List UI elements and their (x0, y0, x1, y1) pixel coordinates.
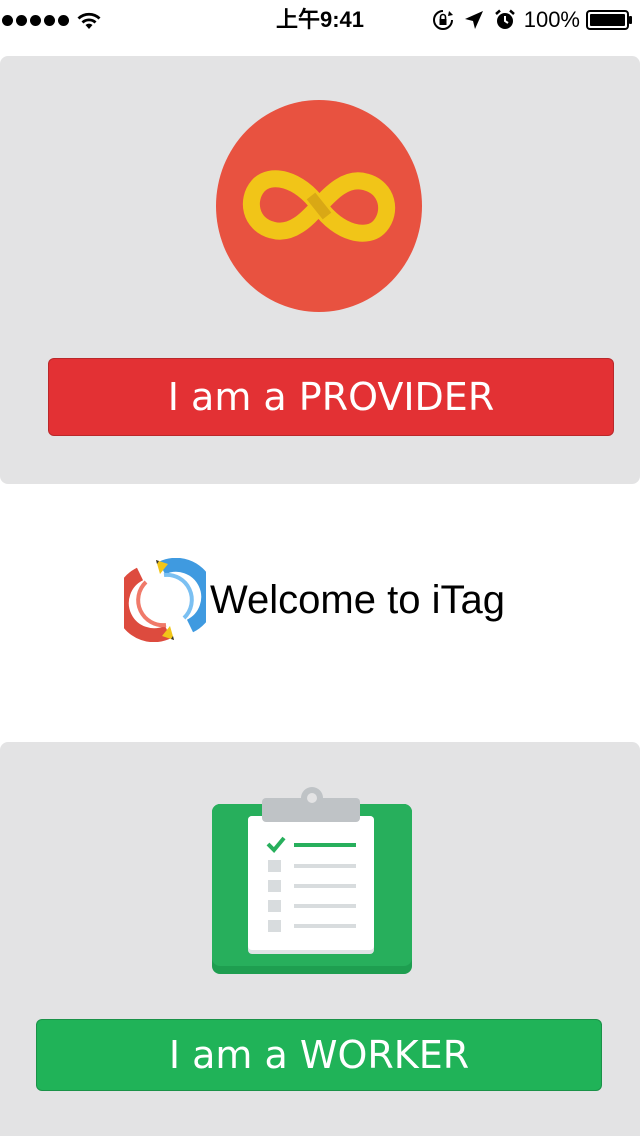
status-right: 100% (422, 0, 634, 40)
clipboard-checklist-icon (212, 787, 412, 974)
alarm-clock-icon (494, 9, 515, 29)
battery-icon (586, 10, 632, 30)
worker-card: I am a WORKER (0, 742, 640, 1136)
provider-card: I am a PROVIDER (0, 56, 640, 484)
status-bar: 上午9:41 100% (0, 0, 640, 40)
location-arrow-icon (464, 11, 483, 29)
welcome-banner: Welcome to iTag (124, 558, 505, 642)
infinity-icon (216, 100, 422, 312)
battery-percentage: 100% (523, 7, 580, 32)
provider-button[interactable]: I am a PROVIDER (48, 358, 614, 436)
rotation-lock-icon (432, 10, 453, 30)
itag-logo (124, 558, 206, 642)
welcome-text: Welcome to iTag (210, 577, 505, 622)
worker-button[interactable]: I am a WORKER (36, 1019, 602, 1091)
